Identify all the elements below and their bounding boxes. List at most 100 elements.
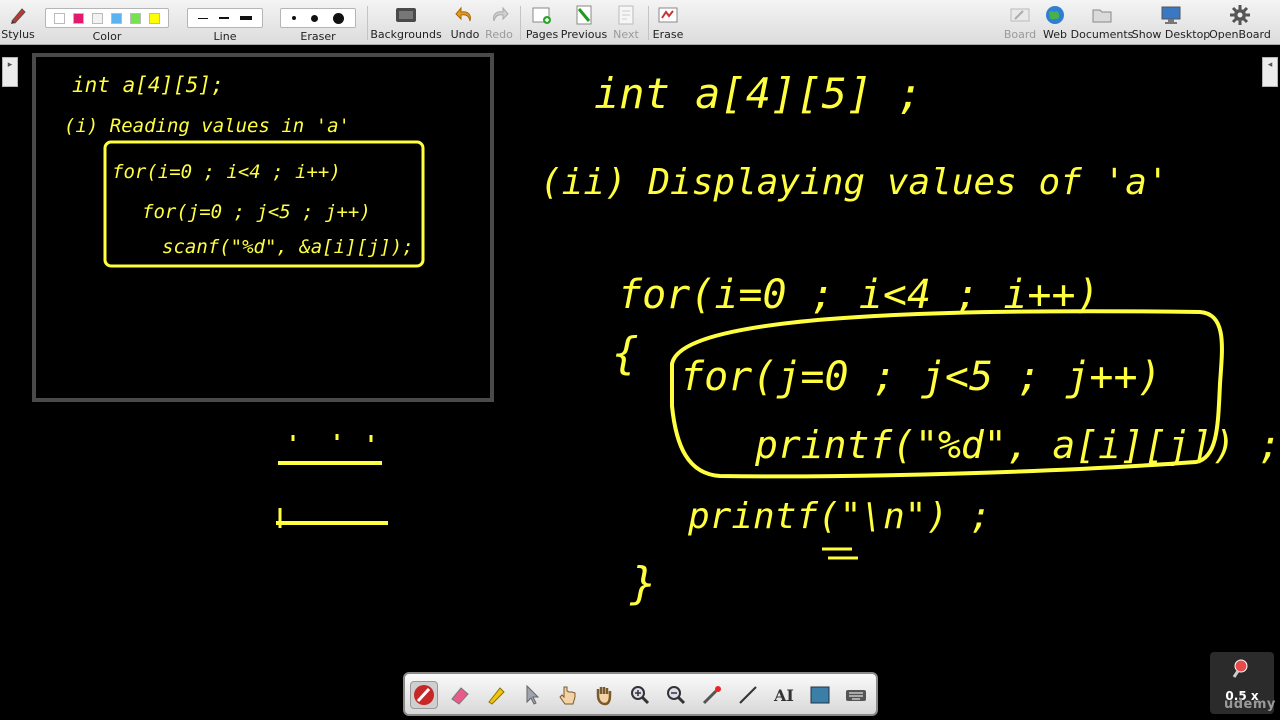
erase-label: Erase <box>652 28 684 41</box>
eraser-group: Eraser <box>280 0 356 45</box>
laser-pointer-icon <box>702 686 721 705</box>
pages-button[interactable]: Pages <box>526 0 558 45</box>
color-swatch-green[interactable] <box>130 12 141 24</box>
color-swatch-yellow[interactable] <box>149 12 160 24</box>
left-decl: int a[4][5]; <box>72 73 224 97</box>
top-toolbar: Stylus Color Line Eraser Backgrounds Und… <box>0 0 1280 45</box>
scribble-ticks <box>291 434 373 442</box>
add-page-icon <box>531 4 553 26</box>
board-button[interactable]: Board <box>1004 0 1036 45</box>
redo-button[interactable]: Redo <box>484 0 514 45</box>
eraser-small[interactable] <box>292 16 297 20</box>
color-swatch-white[interactable] <box>54 12 65 24</box>
left-code-2: for(j=0 ; j<5 ; j++) <box>142 201 371 223</box>
hand-tool[interactable] <box>590 681 618 709</box>
eraser-icon <box>451 687 469 705</box>
right-decl: int a[4][5] ; <box>594 69 923 118</box>
undo-button[interactable]: Undo <box>450 0 480 45</box>
line-tool[interactable] <box>734 681 762 709</box>
color-swatch-blue[interactable] <box>111 12 122 24</box>
text-tool[interactable]: AI <box>770 681 798 709</box>
magnifier-icon <box>1232 659 1248 678</box>
backgrounds-icon <box>395 4 417 26</box>
pages-label: Pages <box>525 28 559 41</box>
zoom-out-icon <box>667 686 686 705</box>
previous-label: Previous <box>560 28 608 41</box>
next-page-icon <box>615 4 637 26</box>
color-swatches <box>45 8 169 28</box>
left-code-1: for(i=0 ; i<4 ; i++) <box>112 161 341 183</box>
line-widths <box>187 8 263 28</box>
documents-button[interactable]: Documents <box>1071 0 1133 45</box>
stylus-label: Stylus <box>1 28 35 41</box>
eraser-large[interactable] <box>332 12 344 24</box>
svg-text:AI: AI <box>773 686 794 705</box>
eraser-tool[interactable] <box>446 681 474 709</box>
color-swatch-pink[interactable] <box>73 12 84 24</box>
whiteboard-canvas[interactable]: int a[4][5]; (i) Reading values in 'a' f… <box>0 46 1280 720</box>
undo-icon <box>454 4 476 26</box>
zoom-in-icon <box>631 686 650 705</box>
pointing-hand-icon <box>559 686 576 705</box>
right-heading: (ii) Displaying values of 'a' <box>540 162 1169 203</box>
eraser-sizes <box>280 8 356 28</box>
desktop-icon <box>1160 4 1182 26</box>
zoom-out-tool[interactable] <box>662 681 690 709</box>
redo-label: Redo <box>485 28 513 41</box>
pen-tool[interactable] <box>410 681 438 709</box>
eraser-label: Eraser <box>300 30 336 43</box>
color-swatch-light[interactable] <box>92 12 103 24</box>
virtual-keyboard-tool[interactable] <box>842 681 870 709</box>
erase-button[interactable]: Erase <box>652 0 684 45</box>
capture-tool[interactable] <box>806 681 834 709</box>
backgrounds-label: Backgrounds <box>370 28 442 41</box>
previous-button[interactable]: Previous <box>560 0 608 45</box>
toolbar-divider <box>520 6 521 40</box>
underline-marks <box>822 547 858 560</box>
toolbar-divider <box>648 6 649 40</box>
right-printf-2: printf("\n") ; <box>687 496 991 537</box>
openboard-button[interactable]: OpenBoard <box>1209 0 1271 45</box>
interact-tool[interactable] <box>554 681 582 709</box>
documents-label: Documents <box>1070 28 1134 41</box>
undo-label: Undo <box>450 28 480 41</box>
eraser-medium[interactable] <box>310 14 318 22</box>
gear-icon <box>1229 4 1251 26</box>
tool-palette: AI <box>403 672 878 716</box>
left-heading: (i) Reading values in 'a' <box>64 115 350 137</box>
pen-icon <box>414 685 434 705</box>
show-desktop-button[interactable]: Show Desktop <box>1132 0 1210 45</box>
color-group: Color <box>45 0 169 45</box>
line-medium[interactable] <box>218 17 229 19</box>
color-label: Color <box>92 30 122 43</box>
highlighter-tool[interactable] <box>482 681 510 709</box>
folder-icon <box>1091 4 1113 26</box>
web-button[interactable]: Web <box>1040 0 1070 45</box>
capture-icon <box>810 686 830 704</box>
stylus-icon <box>7 4 29 26</box>
stylus-button[interactable]: Stylus <box>1 0 35 45</box>
next-label: Next <box>613 28 639 41</box>
highlighter-icon <box>488 687 505 705</box>
zoom-in-tool[interactable] <box>626 681 654 709</box>
backgrounds-button[interactable]: Backgrounds <box>370 0 442 45</box>
laser-pointer-tool[interactable] <box>698 681 726 709</box>
selector-tool[interactable] <box>518 681 546 709</box>
cursor-arrow-icon <box>526 684 540 705</box>
text-icon: AI <box>773 686 794 705</box>
globe-icon <box>1044 4 1066 26</box>
right-open-brace: { <box>612 328 639 379</box>
line-thin[interactable] <box>197 17 208 19</box>
show-desktop-label: Show Desktop <box>1131 28 1211 41</box>
hand-icon <box>596 687 612 706</box>
next-button[interactable]: Next <box>611 0 641 45</box>
right-printf-1: printf("%d", a[i][j]) ; <box>754 423 1280 467</box>
web-label: Web <box>1043 28 1067 41</box>
right-close-brace: } <box>629 558 657 609</box>
redo-icon <box>488 4 510 26</box>
left-code-3: scanf("%d", &a[i][j]); <box>162 236 414 258</box>
toolbar-divider <box>367 6 368 40</box>
line-thick[interactable] <box>240 16 253 20</box>
line-icon <box>739 686 757 704</box>
line-label: Line <box>213 30 237 43</box>
